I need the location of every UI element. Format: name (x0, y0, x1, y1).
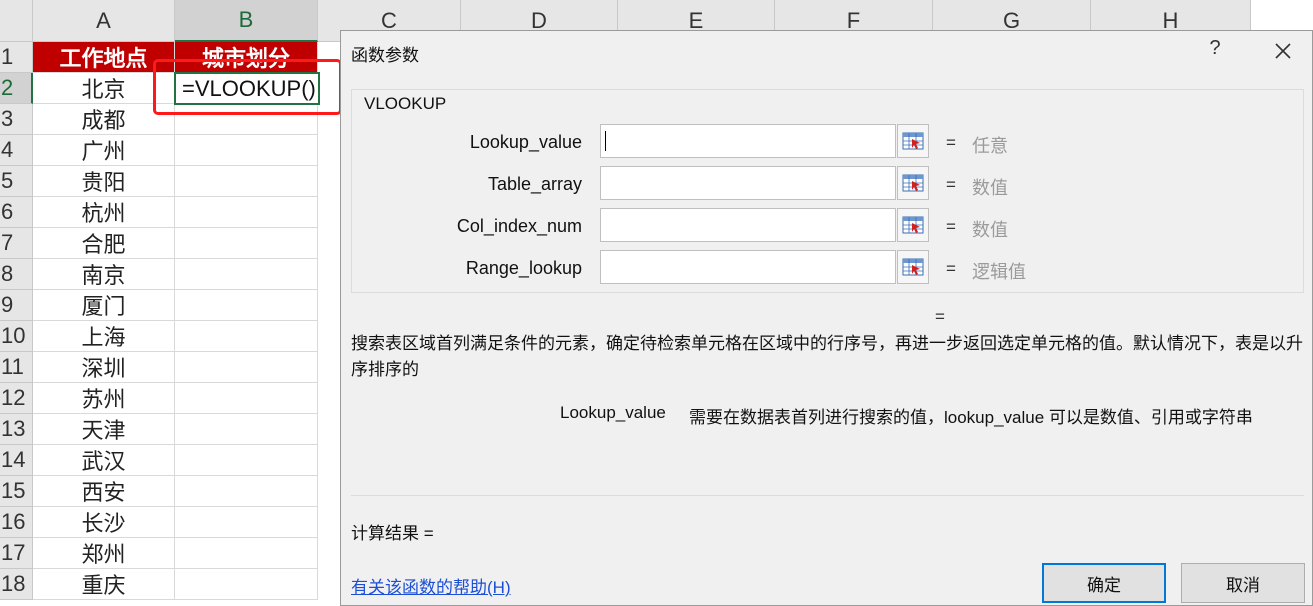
table-array-input[interactable] (600, 166, 896, 200)
row-header-16[interactable]: 16 (0, 507, 33, 538)
cell-a10[interactable]: 上海 (33, 321, 175, 352)
cell-b6[interactable] (175, 197, 318, 228)
column-header-a[interactable]: A (33, 0, 175, 42)
ok-button[interactable]: 确定 (1042, 563, 1166, 603)
function-description: 搜索表区域首列满足条件的元素，确定待检索单元格在区域中的行序号，再进一步返回选定… (351, 334, 1303, 379)
function-arguments-dialog: 函数参数 ? VLOOKUP Lookup_value = 任意 Table_a… (340, 30, 1313, 606)
cell-b12[interactable] (175, 383, 318, 414)
cell-a1-header[interactable]: 工作地点 (33, 42, 175, 73)
cell-b9[interactable] (175, 290, 318, 321)
divider (351, 495, 1304, 496)
cell-b1-header[interactable]: 城市划分 (175, 42, 318, 73)
cell-a15[interactable]: 西安 (33, 476, 175, 507)
function-name: VLOOKUP (362, 94, 449, 114)
row-header-8[interactable]: 8 (0, 259, 33, 290)
collapse-dialog-button-1[interactable] (897, 124, 929, 158)
cell-a14[interactable]: 武汉 (33, 445, 175, 476)
collapse-dialog-button-4[interactable] (897, 250, 929, 284)
row-header-5[interactable]: 5 (0, 166, 33, 197)
cell-a5[interactable]: 贵阳 (33, 166, 175, 197)
cell-b5[interactable] (175, 166, 318, 197)
range-select-icon (902, 132, 924, 150)
cell-a8[interactable]: 南京 (33, 259, 175, 290)
arg-label-range-lookup: Range_lookup (465, 258, 582, 278)
cell-b7[interactable] (175, 228, 318, 259)
text-caret (605, 131, 606, 151)
arguments-group: VLOOKUP Lookup_value = 任意 Table_array = … (351, 89, 1304, 293)
dialog-title: 函数参数 (351, 46, 419, 65)
cell-a11[interactable]: 深圳 (33, 352, 175, 383)
row-header-1[interactable]: 1 (0, 42, 33, 73)
row-header-7[interactable]: 7 (0, 228, 33, 259)
collapse-dialog-button-3[interactable] (897, 208, 929, 242)
cell-a6[interactable]: 杭州 (33, 197, 175, 228)
cell-b16[interactable] (175, 507, 318, 538)
arg-equals-1: = (946, 133, 956, 152)
function-help-link[interactable]: 有关该函数的帮助(H) (351, 573, 511, 598)
row-header-11[interactable]: 11 (0, 352, 33, 383)
function-result-equals: = (935, 307, 945, 326)
column-header-b[interactable]: B (175, 0, 318, 42)
arg-type-col-index-num: 数值 (972, 220, 1008, 240)
calculation-result: 计算结果 = (351, 524, 434, 543)
range-lookup-input[interactable] (600, 250, 896, 284)
arg-equals-4: = (946, 259, 956, 278)
cell-b17[interactable] (175, 538, 318, 569)
arg-label-col-index-num: Col_index_num (456, 216, 582, 236)
range-select-icon (902, 258, 924, 276)
row-header-15[interactable]: 15 (0, 476, 33, 507)
cell-b14[interactable] (175, 445, 318, 476)
arg-label-table-array: Table_array (487, 174, 582, 194)
cancel-button[interactable]: 取消 (1181, 563, 1305, 603)
arg-type-lookup-value: 任意 (972, 136, 1008, 156)
cell-a18[interactable]: 重庆 (33, 569, 175, 600)
cell-b11[interactable] (175, 352, 318, 383)
help-icon[interactable]: ? (1203, 37, 1227, 60)
row-header-13[interactable]: 13 (0, 414, 33, 445)
lookup-value-input[interactable] (600, 124, 896, 158)
arg-type-table-array: 数值 (972, 178, 1008, 198)
cell-b3[interactable] (175, 104, 318, 135)
select-all-corner[interactable] (0, 0, 33, 42)
arg-label-lookup-value: Lookup_value (469, 132, 582, 152)
cell-a16[interactable]: 长沙 (33, 507, 175, 538)
cell-b13[interactable] (175, 414, 318, 445)
cell-a2[interactable]: 北京 (33, 73, 175, 104)
cell-a3[interactable]: 成都 (33, 104, 175, 135)
cell-a7[interactable]: 合肥 (33, 228, 175, 259)
collapse-dialog-button-2[interactable] (897, 166, 929, 200)
row-header-3[interactable]: 3 (0, 104, 33, 135)
cell-b8[interactable] (175, 259, 318, 290)
cell-a13[interactable]: 天津 (33, 414, 175, 445)
cell-b10[interactable] (175, 321, 318, 352)
cell-b18[interactable] (175, 569, 318, 600)
row-header-9[interactable]: 9 (0, 290, 33, 321)
cell-b2-formula[interactable]: =VLOOKUP() (174, 72, 320, 105)
cell-b15[interactable] (175, 476, 318, 507)
arg-type-range-lookup: 逻辑值 (972, 262, 1026, 282)
range-select-icon (902, 216, 924, 234)
arg-equals-3: = (946, 217, 956, 236)
row-header-12[interactable]: 12 (0, 383, 33, 414)
close-icon[interactable] (1271, 39, 1295, 63)
col-index-num-input[interactable] (600, 208, 896, 242)
arg-equals-2: = (946, 175, 956, 194)
cell-a12[interactable]: 苏州 (33, 383, 175, 414)
range-select-icon (902, 174, 924, 192)
cell-a4[interactable]: 广州 (33, 135, 175, 166)
row-header-4[interactable]: 4 (0, 135, 33, 166)
cell-b4[interactable] (175, 135, 318, 166)
row-header-6[interactable]: 6 (0, 197, 33, 228)
row-header-17[interactable]: 17 (0, 538, 33, 569)
cell-a9[interactable]: 厦门 (33, 290, 175, 321)
row-header-18[interactable]: 18 (0, 569, 33, 600)
argument-help-name: Lookup_value (560, 403, 666, 422)
row-header-10[interactable]: 10 (0, 321, 33, 352)
argument-help-text: 需要在数据表首列进行搜索的值，lookup_value 可以是数值、引用或字符串 (689, 408, 1253, 427)
row-header-14[interactable]: 14 (0, 445, 33, 476)
cell-a17[interactable]: 郑州 (33, 538, 175, 569)
row-header-2[interactable]: 2 (0, 73, 33, 104)
